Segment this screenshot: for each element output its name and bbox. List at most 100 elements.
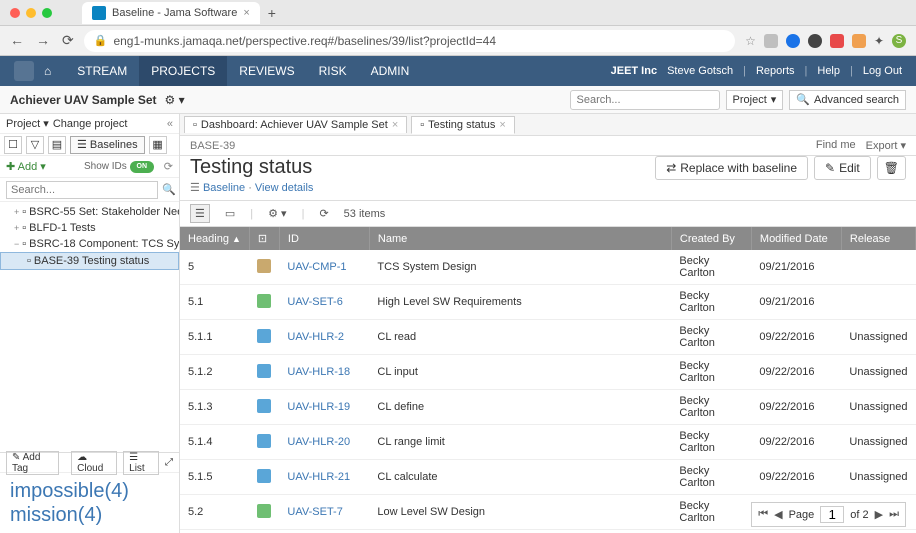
back-button[interactable]: ← bbox=[10, 32, 24, 49]
column-header[interactable]: Release bbox=[841, 227, 915, 250]
nav-risk[interactable]: RISK bbox=[307, 56, 359, 86]
table-row[interactable]: 5.1.5UAV-HLR-21CL calculateBecky Carlton… bbox=[180, 460, 916, 495]
change-project-link[interactable]: Change project bbox=[53, 118, 128, 130]
tree-node[interactable]: ▫ BASE-39 Testing status bbox=[0, 252, 179, 270]
table-row[interactable]: 5.2.1UAV-LLR-2Read FunctionBecky Carlton… bbox=[180, 530, 916, 533]
prev-page-button[interactable]: ◀ bbox=[774, 508, 782, 521]
doc-view-icon[interactable]: ▭ bbox=[220, 204, 240, 223]
reports-link[interactable]: Reports bbox=[756, 65, 795, 77]
expand-icon[interactable]: + bbox=[14, 223, 19, 233]
advanced-search-button[interactable]: 🔍Advanced search bbox=[789, 90, 906, 110]
ext-icon[interactable]: ☆ bbox=[745, 34, 756, 48]
reload-button[interactable]: ⟳ bbox=[62, 32, 74, 49]
last-page-button[interactable]: ⏭ bbox=[889, 508, 899, 521]
edit-button[interactable]: ✎Edit bbox=[814, 156, 871, 180]
tree-node[interactable]: + ▫ BSRC-55 Set: Stakeholder Needs and M… bbox=[0, 204, 179, 220]
table-row[interactable]: 5.1.1UAV-HLR-2CL readBecky Carlton09/22/… bbox=[180, 320, 916, 355]
export-link[interactable]: Export ▾ bbox=[866, 139, 906, 152]
id-cell[interactable]: UAV-HLR-19 bbox=[279, 390, 369, 425]
tree-search-input[interactable] bbox=[6, 181, 158, 199]
close-window-icon[interactable] bbox=[10, 8, 20, 18]
column-header[interactable]: Modified Date bbox=[751, 227, 841, 250]
next-page-button[interactable]: ▶ bbox=[875, 508, 883, 521]
new-tab-button[interactable]: + bbox=[268, 5, 276, 21]
id-cell[interactable]: UAV-SET-6 bbox=[279, 285, 369, 320]
logo-icon[interactable] bbox=[14, 61, 34, 81]
ext-icon[interactable] bbox=[830, 34, 844, 48]
home-icon[interactable]: ⌂ bbox=[44, 64, 51, 78]
add-button[interactable]: ✚ Add ▾ bbox=[6, 160, 46, 173]
id-cell[interactable]: UAV-HLR-2 bbox=[279, 320, 369, 355]
forward-button[interactable]: → bbox=[36, 32, 50, 49]
gear-icon[interactable]: ⚙ ▾ bbox=[165, 93, 185, 107]
minimize-window-icon[interactable] bbox=[26, 8, 36, 18]
id-cell[interactable]: UAV-SET-7 bbox=[279, 495, 369, 530]
baselines-view-button[interactable]: ☰ Baselines bbox=[70, 136, 145, 154]
baseline-link[interactable]: Baseline bbox=[203, 182, 245, 194]
table-row[interactable]: 5.1UAV-SET-6High Level SW RequirementsBe… bbox=[180, 285, 916, 320]
help-link[interactable]: Help bbox=[817, 65, 840, 77]
id-cell[interactable]: UAV-LLR-2 bbox=[279, 530, 369, 533]
releases-view-button[interactable]: ▤ bbox=[48, 136, 66, 154]
logout-link[interactable]: Log Out bbox=[863, 65, 902, 77]
tests-view-button[interactable]: ▦ bbox=[149, 136, 167, 154]
tree-node[interactable]: − ▫ BSRC-18 Component: TCS System Design bbox=[0, 236, 179, 252]
refresh-list-icon[interactable]: ⟳ bbox=[314, 204, 333, 223]
search-scope-select[interactable]: Project▾ bbox=[726, 90, 784, 110]
tags-cloud-view[interactable]: ☁ Cloud bbox=[71, 451, 117, 475]
table-row[interactable]: 5.1.4UAV-HLR-20CL range limitBecky Carlt… bbox=[180, 425, 916, 460]
find-me-link[interactable]: Find me bbox=[816, 139, 856, 152]
tag-mission[interactable]: mission(4) bbox=[10, 503, 169, 527]
expand-tags-icon[interactable]: ⤢ bbox=[165, 457, 173, 468]
view-details-link[interactable]: View details bbox=[255, 182, 314, 194]
filter-view-button[interactable]: ▽ bbox=[26, 136, 44, 154]
extensions-menu-icon[interactable]: ✦ bbox=[874, 34, 884, 48]
column-header[interactable]: Created By bbox=[671, 227, 751, 250]
tag-impossible[interactable]: impossible(4) bbox=[10, 479, 169, 503]
content-tab[interactable]: ▫Testing status× bbox=[411, 116, 515, 134]
nav-reviews[interactable]: REVIEWS bbox=[227, 56, 306, 86]
close-tab-icon[interactable]: × bbox=[392, 119, 398, 131]
table-row[interactable]: 5.1.2UAV-HLR-18CL inputBecky Carlton09/2… bbox=[180, 355, 916, 390]
delete-button[interactable]: 🗑 bbox=[877, 156, 906, 180]
list-view-icon[interactable]: ☰ bbox=[190, 204, 210, 223]
close-tab-icon[interactable]: × bbox=[499, 119, 505, 131]
first-page-button[interactable]: ⏮ bbox=[758, 508, 768, 521]
ext-icon[interactable] bbox=[852, 34, 866, 48]
id-cell[interactable]: UAV-HLR-20 bbox=[279, 425, 369, 460]
id-cell[interactable]: UAV-HLR-18 bbox=[279, 355, 369, 390]
toggle-on-icon[interactable]: ON bbox=[130, 161, 154, 173]
ext-icon[interactable] bbox=[808, 34, 822, 48]
ext-icon[interactable] bbox=[764, 34, 778, 48]
column-header[interactable]: ID bbox=[279, 227, 369, 250]
refresh-icon[interactable]: ⟳ bbox=[164, 160, 173, 173]
profile-avatar[interactable]: S bbox=[892, 34, 906, 48]
show-ids-toggle[interactable]: Show IDs ON bbox=[84, 161, 154, 173]
table-row[interactable]: 5.1.3UAV-HLR-19CL defineBecky Carlton09/… bbox=[180, 390, 916, 425]
project-dropdown[interactable]: Project ▾ bbox=[6, 117, 49, 130]
collapse-sidebar-icon[interactable]: « bbox=[167, 118, 173, 130]
ext-icon[interactable] bbox=[786, 34, 800, 48]
browser-tab[interactable]: Baseline - Jama Software × bbox=[82, 2, 260, 24]
maximize-window-icon[interactable] bbox=[42, 8, 52, 18]
page-input[interactable] bbox=[820, 506, 844, 523]
nav-stream[interactable]: STREAM bbox=[65, 56, 139, 86]
url-input[interactable]: 🔒 eng1-munks.jamaqa.net/perspective.req#… bbox=[84, 30, 735, 52]
column-header[interactable]: Heading▲ bbox=[180, 227, 249, 250]
tab-close-icon[interactable]: × bbox=[243, 7, 249, 19]
expand-icon[interactable]: + bbox=[14, 207, 19, 217]
nav-admin[interactable]: ADMIN bbox=[359, 56, 422, 86]
config-icon[interactable]: ⚙ ▾ bbox=[263, 204, 291, 223]
table-row[interactable]: 5UAV-CMP-1TCS System DesignBecky Carlton… bbox=[180, 250, 916, 285]
tags-list-view[interactable]: ☰ List bbox=[123, 451, 159, 475]
global-search-input[interactable] bbox=[570, 90, 720, 110]
search-icon[interactable]: 🔍 bbox=[162, 183, 176, 196]
tree-view-button[interactable]: ☐ bbox=[4, 136, 22, 154]
column-header[interactable]: Name bbox=[369, 227, 671, 250]
id-cell[interactable]: UAV-HLR-21 bbox=[279, 460, 369, 495]
nav-projects[interactable]: PROJECTS bbox=[139, 56, 227, 86]
tree-node[interactable]: + ▫ BLFD-1 Tests bbox=[0, 220, 179, 236]
add-tag-button[interactable]: ✎ Add Tag bbox=[6, 451, 59, 475]
column-header[interactable]: ⊡ bbox=[249, 227, 279, 250]
user-name[interactable]: Steve Gotsch bbox=[667, 65, 733, 77]
